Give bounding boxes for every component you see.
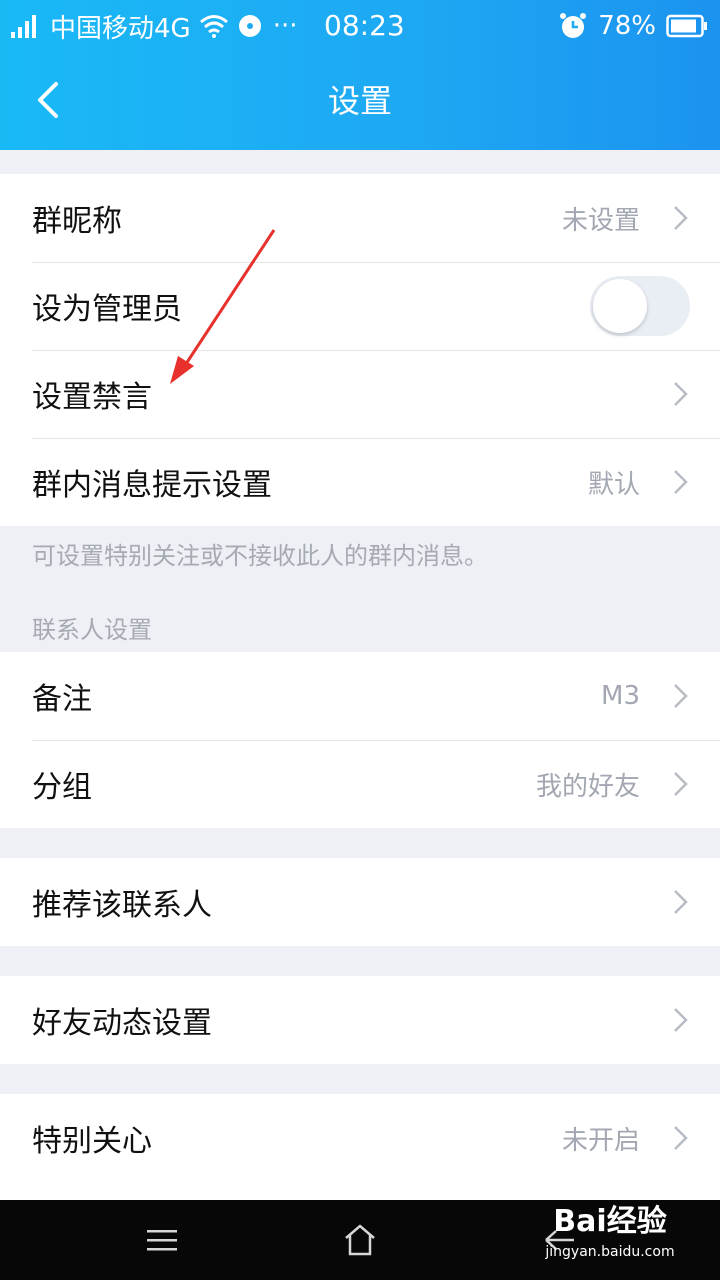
row-label: 群昵称 [32, 204, 122, 239]
chevron-right-icon [674, 1008, 688, 1032]
carrier-label: 中国移动4G [50, 13, 191, 44]
row-group-category[interactable]: 分组 我的好友 [0, 740, 720, 828]
row-recommend-contact[interactable]: 推荐该联系人 [0, 858, 720, 946]
chevron-right-icon [674, 382, 688, 406]
chevron-right-icon [674, 206, 688, 230]
row-label: 分组 [32, 770, 92, 805]
row-value: M3 [601, 681, 640, 711]
row-label: 好友动态设置 [32, 1006, 212, 1041]
home-button[interactable] [340, 1220, 380, 1260]
row-remark[interactable]: 备注 M3 [0, 652, 720, 740]
battery-icon [666, 14, 707, 38]
chevron-right-icon [674, 470, 688, 494]
chevron-right-icon [674, 890, 688, 914]
row-label: 群内消息提示设置 [32, 468, 272, 503]
status-bar: 中国移动4G ··· 08:23 78% [0, 0, 720, 52]
row-value: 未开启 [561, 1125, 640, 1156]
signal-icon [11, 15, 36, 38]
music-icon [238, 15, 261, 37]
row-label: 推荐该联系人 [32, 888, 212, 923]
row-label: 设置禁言 [32, 380, 152, 415]
row-label: 设为管理员 [32, 292, 182, 327]
row-special-care[interactable]: 特别关心 未开启 [0, 1094, 720, 1182]
row-value: 未设置 [561, 205, 640, 236]
admin-toggle[interactable] [590, 276, 690, 336]
app-header: 中国移动4G ··· 08:23 78% 设置 [0, 0, 720, 150]
watermark-logo: Bai经验 [553, 1204, 667, 1239]
section-title-contact: 联系人设置 [32, 616, 152, 644]
contact-settings-group: 备注 M3 分组 我的好友 [0, 652, 720, 828]
battery-percent: 78% [598, 11, 656, 41]
chevron-right-icon [674, 1126, 688, 1150]
row-value: 我的好友 [535, 771, 640, 802]
row-group-nickname[interactable]: 群昵称 未设置 [0, 174, 720, 262]
home-icon [345, 1224, 375, 1256]
row-feed-settings[interactable]: 好友动态设置 [0, 976, 720, 1064]
row-label: 备注 [32, 682, 92, 717]
row-set-admin: 设为管理员 [0, 262, 720, 350]
baidu-jingyan-watermark: Bai经验 jingyan.baidu.com [540, 1202, 680, 1274]
wifi-icon [199, 15, 228, 38]
watermark-url: jingyan.baidu.com [545, 1244, 675, 1260]
recommend-group: 推荐该联系人 [0, 858, 720, 946]
menu-icon [147, 1230, 177, 1251]
row-set-mute[interactable]: 设置禁言 [0, 350, 720, 438]
more-dots: ··· [272, 11, 298, 41]
row-label: 特别关心 [32, 1124, 152, 1159]
member-settings-group: 群昵称 未设置 设为管理员 设置禁言 群内消息提示设置 默认 [0, 174, 720, 526]
toggle-knob [593, 279, 647, 333]
group-note: 可设置特别关注或不接收此人的群内消息。 [32, 542, 488, 570]
page-title: 设置 [327, 82, 392, 120]
row-message-notify[interactable]: 群内消息提示设置 默认 [0, 438, 720, 526]
chevron-right-icon [674, 772, 688, 796]
nav-bar: 设置 [0, 52, 720, 150]
feed-group: 好友动态设置 [0, 976, 720, 1064]
clock: 08:23 [324, 9, 405, 42]
chevron-right-icon [674, 684, 688, 708]
care-group: 特别关心 未开启 [0, 1094, 720, 1200]
row-value: 默认 [587, 469, 640, 500]
alarm-icon [560, 13, 587, 38]
menu-button[interactable] [142, 1220, 182, 1260]
